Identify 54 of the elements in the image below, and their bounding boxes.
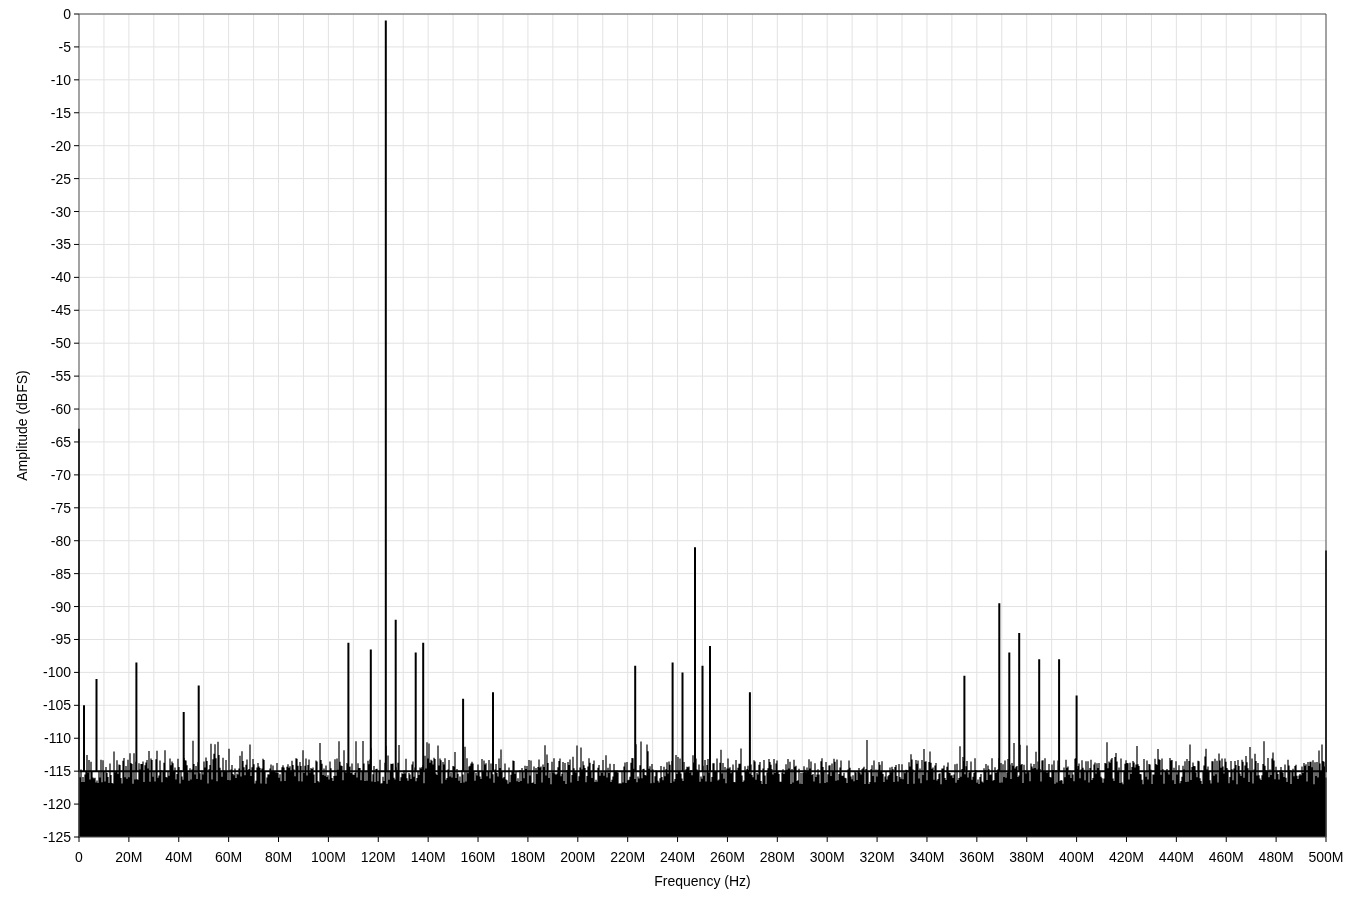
x-tick-label: 40M xyxy=(165,849,193,865)
y-tick-label: -80 xyxy=(50,532,71,549)
y-tick-label: -70 xyxy=(50,466,71,483)
x-tick-label: 260M xyxy=(709,849,745,865)
y-tick-label: -105 xyxy=(42,697,71,714)
x-tick-label: 120M xyxy=(360,849,396,865)
x-tick-label: 240M xyxy=(660,849,696,865)
x-tick-label: 340M xyxy=(909,849,945,865)
y-tick-label: -40 xyxy=(50,269,71,286)
x-tick-label: 100M xyxy=(310,849,346,865)
x-tick-label: 160M xyxy=(460,849,496,865)
y-tick-label: -90 xyxy=(50,598,71,615)
y-tick-label: -50 xyxy=(50,335,71,352)
x-tick-label: 500M xyxy=(1308,849,1344,865)
x-tick-label: 360M xyxy=(959,849,995,865)
y-tick-label: -15 xyxy=(50,104,71,121)
x-tick-label: 200M xyxy=(560,849,596,865)
y-tick-label: -25 xyxy=(50,170,71,187)
x-axis-title: Frequency (Hz) xyxy=(654,873,751,889)
y-tick-label: -100 xyxy=(42,664,71,681)
y-tick-label: -5 xyxy=(58,38,71,55)
x-tick-label: 180M xyxy=(510,849,546,865)
y-tick-label: -85 xyxy=(50,565,71,582)
x-tick-label: 20M xyxy=(115,849,143,865)
y-tick-label: 0 xyxy=(63,6,71,22)
x-tick-label: 400M xyxy=(1059,849,1095,865)
x-tick-label: 80M xyxy=(264,849,293,865)
x-tick-label: 140M xyxy=(410,849,446,865)
x-tick-label: 280M xyxy=(759,849,795,865)
x-tick-label: 480M xyxy=(1258,849,1294,865)
y-tick-label: -65 xyxy=(50,433,71,450)
x-tick-label: 420M xyxy=(1108,849,1144,865)
y-tick-label: -55 xyxy=(50,368,71,385)
y-tick-label: -125 xyxy=(42,829,71,845)
y-tick-label: -10 xyxy=(50,71,71,88)
y-tick-label: -75 xyxy=(50,499,71,516)
x-tick-label: 60M xyxy=(215,849,243,865)
x-tick-label: 380M xyxy=(1009,849,1045,865)
x-tick-label: 300M xyxy=(809,849,845,865)
x-tick-label: 220M xyxy=(610,849,646,865)
y-tick-label: -120 xyxy=(42,796,71,813)
x-tick-label: 320M xyxy=(859,849,895,865)
x-tick-label: 0 xyxy=(75,849,83,865)
y-tick-label: -115 xyxy=(44,763,71,780)
y-tick-label: -45 xyxy=(50,302,71,319)
y-tick-label: -35 xyxy=(50,236,71,253)
y-axis-title: Amplitude (dBFS) xyxy=(14,370,30,481)
y-tick-label: -60 xyxy=(50,401,71,418)
x-tick-label: 440M xyxy=(1158,849,1194,865)
y-tick-label: -110 xyxy=(44,730,71,747)
y-tick-label: -30 xyxy=(50,203,71,220)
x-tick-label: 460M xyxy=(1208,849,1244,865)
y-tick-label: -95 xyxy=(50,631,71,648)
y-tick-label: -20 xyxy=(50,137,71,154)
